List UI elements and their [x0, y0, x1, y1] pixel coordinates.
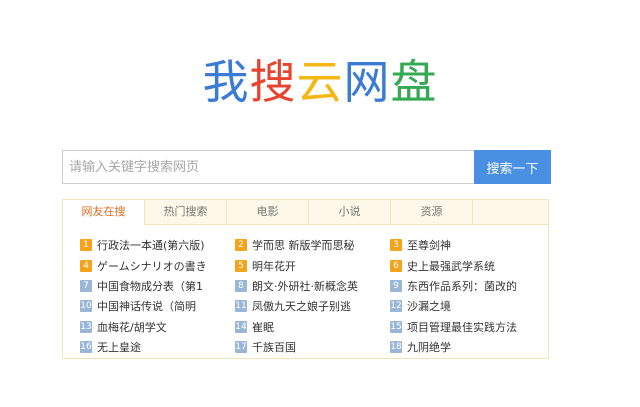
- rank-badge: 5: [235, 259, 247, 272]
- list-item[interactable]: 17 千族百国: [235, 337, 390, 357]
- list-item[interactable]: 18 九阴绝学: [390, 337, 545, 357]
- list-item[interactable]: 13 血梅花/胡学文: [80, 317, 235, 337]
- search-input[interactable]: [62, 150, 479, 184]
- rank-badge: 10: [80, 300, 92, 313]
- list-item[interactable]: 6 史上最强武学系统: [390, 255, 545, 275]
- tab-friends-searching[interactable]: 网友在搜: [63, 200, 145, 225]
- rank-badge: 4: [80, 259, 92, 272]
- logo-char-1: 我: [202, 55, 250, 109]
- list-item-label: 九阴绝学: [407, 341, 451, 355]
- list-item[interactable]: 15 项目管理最佳实践方法: [390, 317, 545, 337]
- list-item-label: 东西作品系列：菌改的: [407, 279, 517, 293]
- rank-badge: 17: [235, 341, 247, 354]
- list-item-label: 朗文·外研社·新概念英: [252, 279, 358, 293]
- rank-badge: 6: [390, 259, 402, 272]
- rank-badge: 16: [80, 341, 92, 354]
- tab-novels[interactable]: 小说: [309, 200, 391, 224]
- tab-resources[interactable]: 资源: [391, 200, 473, 224]
- logo-char-4: 网: [343, 55, 391, 109]
- rank-badge: 11: [235, 300, 247, 313]
- list-item-label: 至尊剑神: [407, 239, 451, 253]
- list-item[interactable]: 7 中国食物成分表（第1: [80, 276, 235, 296]
- rank-badge: 9: [390, 279, 402, 292]
- list-item-label: 中国食物成分表（第1: [97, 279, 203, 293]
- list-item[interactable]: 11 凤傲九天之娘子别逃: [235, 296, 390, 316]
- list-item-label: 千族百国: [252, 341, 296, 355]
- list-item[interactable]: 1 行政法一本通(第六版): [80, 235, 235, 255]
- list-item-label: 明年花开: [252, 259, 296, 273]
- trending-panel: 网友在搜 热门搜索 电影 小说 资源 1 行政法一本通(第六版) 2 学而思 新版学而…: [62, 199, 549, 359]
- list-item[interactable]: 3 至尊剑神: [390, 235, 545, 255]
- list-item-label: 行政法一本通(第六版): [97, 239, 205, 253]
- list-item[interactable]: 14 崔眠: [235, 317, 390, 337]
- list-item[interactable]: 2 学而思 新版学而思秘: [235, 235, 390, 255]
- rank-badge: 1: [80, 239, 92, 252]
- rank-badge: 13: [80, 320, 92, 333]
- rank-badge: 14: [235, 320, 247, 333]
- list-item-label: 沙漏之境: [407, 300, 451, 314]
- list-item[interactable]: 5 明年花开: [235, 255, 390, 275]
- rank-badge: 7: [80, 279, 92, 292]
- tab-bar: 网友在搜 热门搜索 电影 小说 资源: [63, 200, 548, 225]
- logo-char-2: 搜: [249, 55, 297, 109]
- list-item[interactable]: 9 东西作品系列：菌改的: [390, 276, 545, 296]
- rank-badge: 3: [390, 239, 402, 252]
- list-item-label: 史上最强武学系统: [407, 259, 495, 273]
- rank-badge: 8: [235, 279, 247, 292]
- logo-char-5: 盘: [390, 55, 438, 109]
- search-button[interactable]: 搜索一下: [474, 150, 551, 184]
- search-bar: 搜索一下: [62, 150, 551, 184]
- list-item-label: 凤傲九天之娘子别逃: [252, 300, 351, 314]
- list-item[interactable]: 16 无上皇途: [80, 337, 235, 357]
- list-item[interactable]: 10 中国神话传说（简明: [80, 296, 235, 316]
- rank-badge: 2: [235, 239, 247, 252]
- list-item-label: 中国神话传说（简明: [97, 300, 196, 314]
- rank-badge: 12: [390, 300, 402, 313]
- tab-movies[interactable]: 电影: [227, 200, 309, 224]
- list-item-label: 崔眠: [252, 320, 274, 334]
- list-item-label: 项目管理最佳实践方法: [407, 320, 517, 334]
- tab-hot-search[interactable]: 热门搜索: [145, 200, 227, 224]
- logo-char-3: 云: [296, 55, 344, 109]
- list-item-label: 学而思 新版学而思秘: [252, 239, 355, 253]
- list-item[interactable]: 4 ゲームシナリオの書き: [80, 255, 235, 275]
- rank-badge: 18: [390, 341, 402, 354]
- rank-badge: 15: [390, 320, 402, 333]
- site-logo: 我搜云网盘: [0, 52, 640, 112]
- list-item-label: 无上皇途: [97, 341, 141, 355]
- trending-list: 1 行政法一本通(第六版) 2 学而思 新版学而思秘 3 至尊剑神 4 ゲームシナリオの書き 5…: [80, 235, 545, 357]
- list-item-label: ゲームシナリオの書き: [97, 259, 207, 273]
- list-item-label: 血梅花/胡学文: [97, 320, 167, 334]
- list-item[interactable]: 12 沙漏之境: [390, 296, 545, 316]
- list-item[interactable]: 8 朗文·外研社·新概念英: [235, 276, 390, 296]
